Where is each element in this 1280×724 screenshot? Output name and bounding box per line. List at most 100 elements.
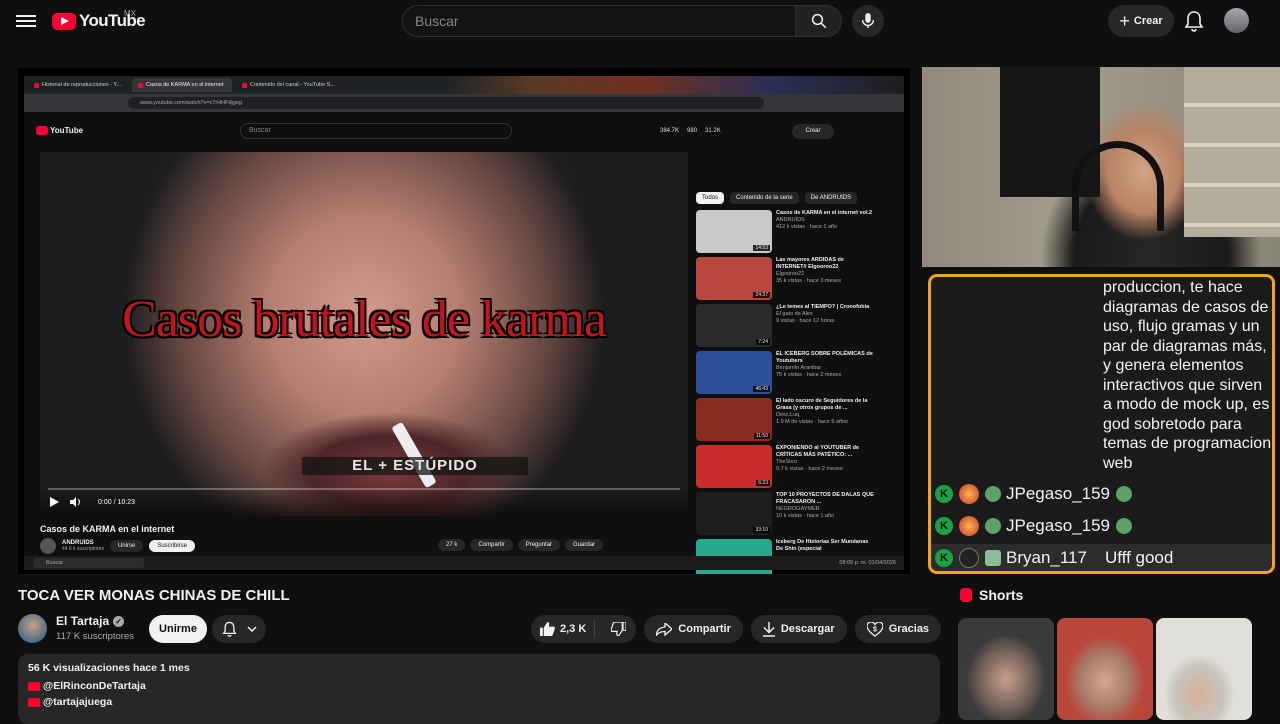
channel-name[interactable]: El Tartaja	[56, 614, 109, 628]
recommendation-title: ¿Le temes al TIEMPO? | Cronofobia	[776, 304, 870, 310]
channel-avatar[interactable]	[18, 614, 47, 643]
recommendation-meta: EXPONIENDO al YOUTUBER de CRÍTICAS MÁS P…	[776, 445, 876, 492]
video-player[interactable]: Historial de reproducciones - Y... Casos…	[18, 68, 910, 574]
youtube-favicon-icon	[242, 82, 247, 88]
microphone-icon	[861, 13, 875, 29]
browser-tab: Historial de reproducciones - Y...	[28, 78, 128, 92]
windows-taskbar: Buscar 08:05 p. m. 01/04/2026	[24, 556, 904, 570]
menu-icon[interactable]	[16, 12, 36, 30]
inner-video-title: Casos de KARMA en el internet	[40, 524, 175, 534]
chip: Contenido de la serie	[730, 192, 799, 204]
recommendation-views: 10 k vistas · hace 1 año	[776, 513, 835, 519]
emote-icon	[985, 518, 1001, 534]
create-button[interactable]: + Crear	[1108, 5, 1174, 37]
video-overlay-title: Casos brutales de karma	[122, 291, 607, 348]
recommendation-thumbnail: 11:50	[696, 398, 772, 441]
channel-name-row[interactable]: El Tartaja ✓	[56, 614, 125, 628]
inner-time: 0:00 / 10:23	[98, 498, 135, 506]
short-thumbnail[interactable]	[1057, 618, 1153, 720]
recommendation-meta: ¿Le temes al TIEMPO? | Cronofobia El gato…	[776, 304, 869, 351]
inner-video-frame: Casos brutales de karma EL + ESTÚPIDO 0:…	[40, 152, 688, 516]
download-button[interactable]: Descargar	[750, 615, 847, 643]
recommendation-duration: 14:53	[753, 245, 770, 251]
inner-stat: 384.7K	[660, 128, 680, 134]
notification-toggle-button[interactable]	[212, 615, 266, 643]
subscriber-count: 117 K suscriptores	[56, 631, 134, 642]
chat-message-text: produccion, te hace diagramas de casos d…	[1103, 279, 1272, 472]
video-overlay-subtitle: EL + ESTÚPIDO	[302, 457, 528, 475]
like-button[interactable]: 2,3 K	[531, 620, 596, 638]
recommendation-channel: Benjamín Aranibar	[776, 365, 822, 371]
recommendation-channel: TheSixxi	[776, 459, 798, 465]
inner-share: Compartir	[470, 539, 513, 551]
inner-stat: 980	[687, 128, 698, 134]
share-icon	[656, 622, 673, 636]
user-avatar[interactable]	[1224, 8, 1249, 33]
recommendation-meta: Las mayores ARDIDAS de INTERNET// Elgoor…	[776, 257, 876, 304]
search-button[interactable]	[795, 6, 841, 36]
voice-search-button[interactable]	[852, 5, 884, 37]
headset	[1072, 141, 1164, 231]
chat-row: K JPegaso_159	[935, 480, 1132, 508]
description-box[interactable]: 56 K visualizaciones hace 1 mes @ElRinco…	[18, 654, 940, 724]
notifications-bell-icon[interactable]	[1184, 10, 1204, 32]
recommendation-views: 75 k vistas · hace 2 meses	[776, 372, 842, 378]
stream-chat-overlay: produccion, te hace diagramas de casos d…	[928, 274, 1275, 574]
recommendation-meta: TOP 10 PROYECTOS DE DALAS QUE FRACASARON…	[776, 492, 876, 539]
short-thumbnail[interactable]	[1156, 618, 1252, 720]
taskbar-clock: 08:05 p. m. 01/04/2026	[839, 560, 896, 566]
channel-link-text[interactable]: @ElRinconDeTartaja	[43, 680, 146, 692]
recommendation-item: 24:37 Las mayores ARDIDAS de INTERNET// E…	[696, 257, 876, 304]
short-thumbnail[interactable]	[958, 618, 1054, 720]
thanks-label: Gracias	[888, 623, 930, 635]
recommendation-item: 6:23 EXPONIENDO al YOUTUBER de CRÍTICAS M…	[696, 445, 876, 492]
inner-player-controls: 0:00 / 10:23	[40, 488, 688, 516]
recommendation-thumbnail: 6:23	[696, 445, 772, 488]
user-badge-icon	[959, 484, 979, 504]
chat-row-highlighted: K Bryan_117 Ufff good	[931, 544, 1272, 571]
download-label: Descargar	[780, 623, 835, 635]
description-link[interactable]: @ElRinconDeTartaja	[28, 680, 930, 692]
video-actions: 2,3 K Compartir Descargar $ Gracias	[531, 615, 942, 643]
chevron-down-icon	[246, 626, 257, 632]
inner-chips: Todos Contenido de la serie De ANDRUIDS	[696, 192, 858, 204]
recommendation-item: 7:24 ¿Le temes al TIEMPO? | Cronofobia El …	[696, 304, 876, 351]
inner-recommendations: 14:53 Casos de KARMA en el internet vol.2…	[696, 210, 876, 574]
inner-channel-subs: 44.6 k suscriptores	[62, 546, 104, 552]
browser-tab-label: Contenido del canal - YouTube S...	[250, 82, 335, 88]
verified-check-icon: ✓	[113, 615, 125, 627]
youtube-favicon-icon	[138, 82, 143, 88]
join-button[interactable]: Unirme	[149, 615, 207, 643]
browser-tab: Contenido del canal - YouTube S...	[236, 78, 336, 92]
lollipop-stick	[391, 421, 437, 489]
description-link[interactable]: @tartajajuega	[28, 696, 930, 708]
inner-stats: 384.7K 980 31.2K	[660, 128, 721, 134]
channel-link-text[interactable]: @tartajajuega	[43, 696, 112, 708]
recommendation-item: 11:50 El lado oscuro de Seguidores de la …	[696, 398, 876, 445]
share-button[interactable]: Compartir	[644, 615, 743, 643]
thanks-button[interactable]: $ Gracias	[854, 615, 942, 643]
search-input[interactable]	[403, 6, 795, 36]
recommendation-thumbnail: 46:43	[696, 351, 772, 394]
search-icon	[811, 13, 826, 29]
recommendation-channel: Desc.Luq	[776, 412, 800, 418]
inner-join-button: Unirse	[109, 540, 144, 552]
heart-dollar-icon: $	[866, 621, 883, 637]
youtube-logo[interactable]: YouTube MX	[52, 9, 146, 31]
create-label: Crear	[1133, 15, 1163, 27]
inner-actions: 27 k Compartir Preguntar Guardar	[438, 539, 604, 551]
recommendation-title: EXPONIENDO al YOUTUBER de CRÍTICAS MÁS P…	[776, 445, 860, 458]
volume-icon	[70, 497, 80, 507]
kick-badge-icon: K	[935, 549, 953, 567]
inner-ask: Preguntar	[517, 539, 561, 551]
kick-badge-icon: K	[935, 517, 953, 535]
webcam-feed	[922, 67, 1280, 267]
inner-youtube-logo: YouTube	[36, 126, 83, 135]
inner-channel-row: ANDRUIDS 44.6 k suscriptores Unirse Susc…	[40, 538, 195, 554]
dislike-button[interactable]	[601, 622, 636, 636]
recommendation-channel: Elgooroo22	[776, 271, 805, 277]
country-code: MX	[124, 9, 136, 18]
inner-logo-text: YouTube	[50, 126, 84, 135]
inner-channel-avatar	[40, 538, 56, 554]
download-icon	[762, 621, 775, 637]
